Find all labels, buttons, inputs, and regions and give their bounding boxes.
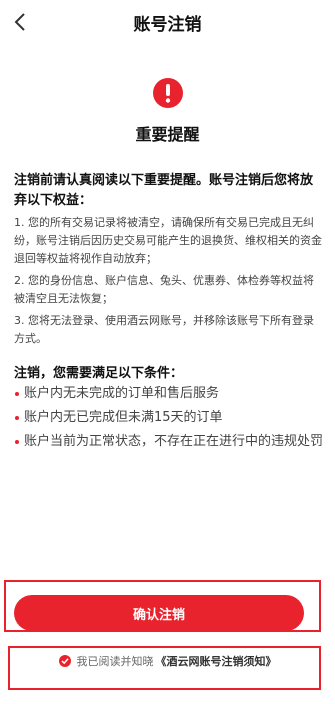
condition-item: 账户内无已完成但未满15天的订单 (14, 408, 324, 428)
notice-item: 2. 您的身份信息、账户信息、兔头、优惠券、体检券等权益将被清空且无法恢复； (14, 274, 314, 305)
notice-list: 1. 您的所有交易记录将被清空，请确保所有交易已完成且无纠纷，账号注销后因历史交… (14, 214, 322, 352)
conditions-list: 账户内无未完成的订单和售后服务 账户内无已完成但未满15天的订单 账户当前为正常… (14, 384, 324, 456)
conditions-title: 注销，您需要满足以下条件： (14, 366, 184, 381)
agreement-row: 我已阅读并知晓 《酒云网账号注销须知》 (0, 650, 335, 672)
intro-text: 注销前请认真阅读以下重要提醒。账号注销后您将放弃以下权益： (14, 173, 314, 208)
back-button[interactable] (6, 8, 34, 36)
confirm-cancel-account-button[interactable]: 确认注销 (14, 595, 304, 631)
nav-bar: 账号注销 (0, 0, 335, 44)
condition-item: 账户当前为正常状态，不存在正在进行中的违规处罚 (14, 432, 324, 452)
notice-item: 1. 您的所有交易记录将被清空，请确保所有交易已完成且无纠纷，账号注销后因历史交… (14, 216, 322, 265)
warning-title: 重要提醒 (135, 125, 200, 144)
warning-badge (0, 78, 335, 108)
exclamation-icon (152, 78, 183, 108)
condition-item: 账户内无未完成的订单和售后服务 (14, 384, 324, 404)
agreement-checkbox[interactable] (58, 655, 71, 667)
notice-item: 3. 您将无法登录、使用酒云网账号，并移除该账号下所有登录方式。 (14, 314, 314, 345)
agreement-text: 我已阅读并知晓 (76, 655, 154, 668)
checkmark-icon (60, 658, 69, 665)
page-title: 账号注销 (133, 14, 202, 35)
agreement-link[interactable]: 《酒云网账号注销须知》 (156, 653, 277, 669)
chevron-left-icon (14, 13, 25, 31)
